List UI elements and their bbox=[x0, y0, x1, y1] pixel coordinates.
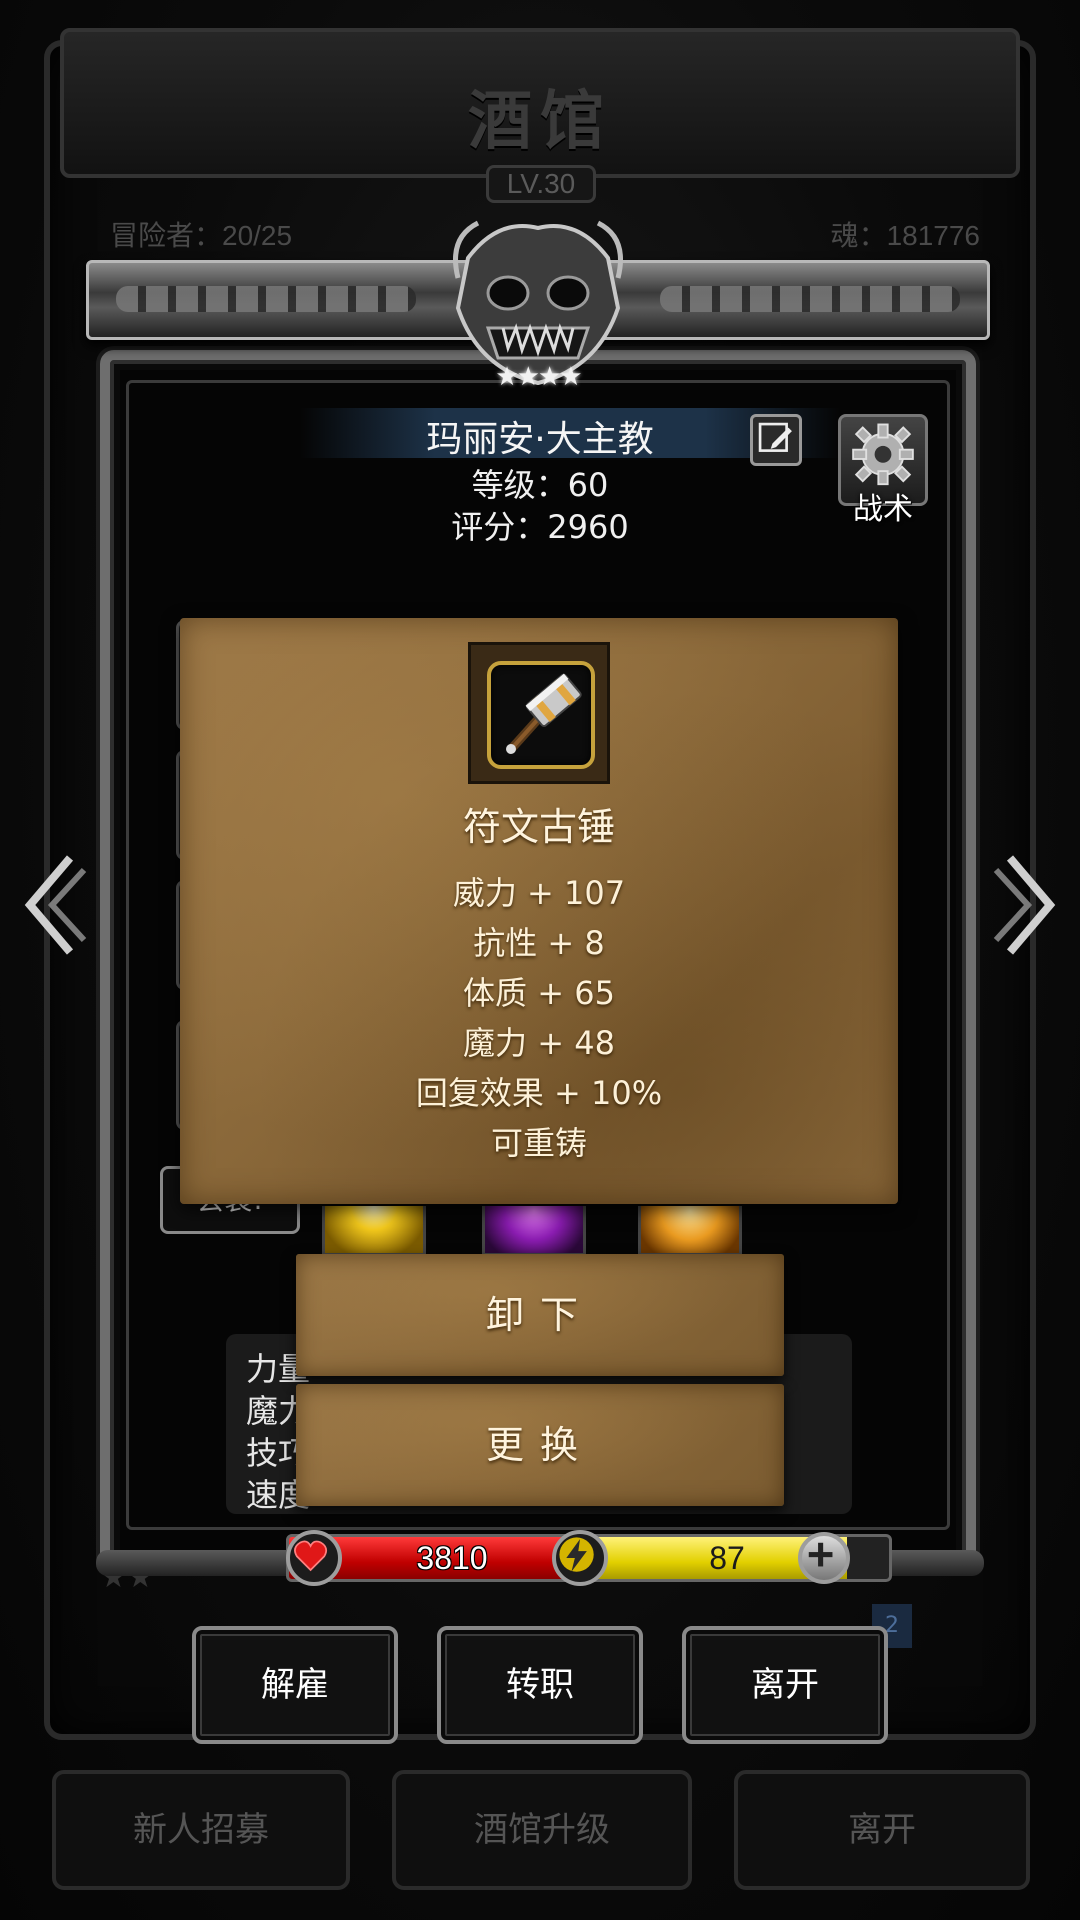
upgrade-tavern-button[interactable]: 酒馆升级 bbox=[392, 1770, 692, 1890]
tavern-level: LV.30 bbox=[486, 165, 596, 203]
item-frame bbox=[468, 642, 610, 784]
previous-character-arrow-icon[interactable] bbox=[12, 850, 92, 960]
unequip-button[interactable]: 卸下 bbox=[296, 1254, 784, 1376]
character-level: 等级：60 bbox=[471, 466, 609, 504]
item-attribute: 威力 + 107 bbox=[452, 874, 626, 912]
character-name: 玛丽安·大主教 bbox=[426, 419, 654, 460]
item-attribute: 回复效果 + 10% bbox=[415, 1074, 663, 1112]
skill-slot-holy-light-icon[interactable] bbox=[322, 1206, 426, 1256]
resource-bars: 3810 87 bbox=[96, 1530, 984, 1600]
item-icon-slot bbox=[487, 661, 595, 769]
character-score: 评分：2960 bbox=[451, 508, 629, 546]
hammer-icon bbox=[506, 673, 582, 754]
recruit-button[interactable]: 新人招募 bbox=[52, 1770, 350, 1890]
item-tooltip: 符文古锤 威力 + 107 抗性 + 8 体质 + 65 魔力 + 48 回复效… bbox=[180, 618, 898, 1204]
add-energy-plus-icon[interactable] bbox=[798, 1532, 850, 1584]
tavern-title: 酒馆 bbox=[468, 84, 612, 159]
leave-button[interactable]: 离开 bbox=[682, 1626, 888, 1744]
skill-slot-holy-cross-icon[interactable] bbox=[638, 1206, 742, 1256]
lightning-icon bbox=[552, 1530, 608, 1586]
dialog-crown: ★★★★ bbox=[86, 220, 990, 392]
skill-slot-arcane-icon[interactable] bbox=[482, 1206, 586, 1256]
item-name: 符文古锤 bbox=[462, 805, 615, 849]
item-reforgeable-note: 可重铸 bbox=[490, 1124, 587, 1162]
item-attribute: 抗性 + 8 bbox=[473, 924, 605, 962]
next-character-arrow-icon[interactable] bbox=[988, 850, 1068, 960]
item-attribute: 体质 + 65 bbox=[463, 974, 615, 1012]
rarity-stars: ★★★★ bbox=[495, 362, 582, 392]
tavern-button-row: 新人招募 酒馆升级 离开 bbox=[44, 1770, 1036, 1890]
chain-right bbox=[660, 286, 960, 312]
tactics-label: 战术 bbox=[853, 492, 913, 527]
edit-icon bbox=[758, 422, 792, 452]
dismiss-button[interactable]: 解雇 bbox=[192, 1626, 398, 1744]
chain-left bbox=[116, 286, 416, 312]
rename-button[interactable] bbox=[750, 414, 802, 466]
tavern-leave-button[interactable]: 离开 bbox=[734, 1770, 1030, 1890]
item-attribute: 魔力 + 48 bbox=[463, 1024, 615, 1062]
heart-icon bbox=[286, 1530, 342, 1586]
change-class-button[interactable]: 转职 bbox=[437, 1626, 643, 1744]
replace-button[interactable]: 更换 bbox=[296, 1384, 784, 1506]
